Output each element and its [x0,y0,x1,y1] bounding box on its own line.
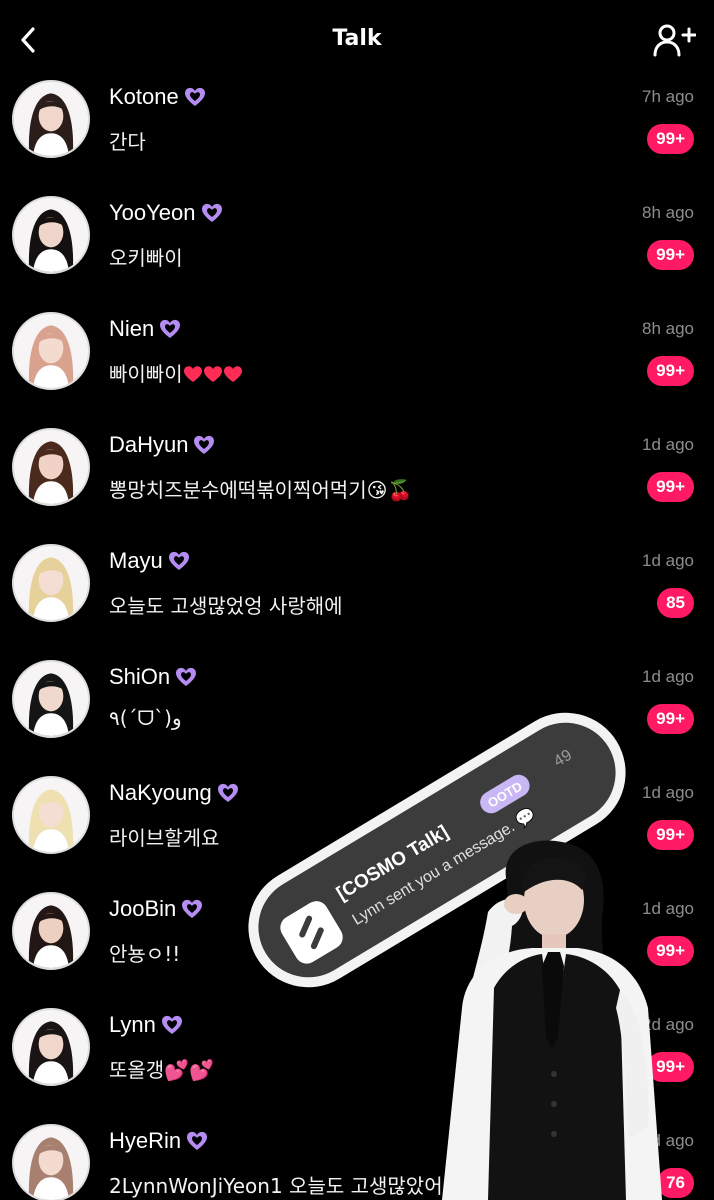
chat-last-message-text: 뽕망치즈분수에떡볶이찍어먹기😘🍒 [109,478,413,502]
verified-heart-icon [161,1015,182,1034]
chat-name-group: Lynn [109,1012,184,1038]
chat-last-message-text: 오늘도 고생많었엉 사랑해에 [109,594,343,618]
verified-heart-icon [182,899,203,918]
chat-name-group: YooYeon [109,200,224,226]
red-heart-icon [203,366,222,382]
chat-last-message: 안뇽ㅇ!! [109,938,180,967]
verified-heart-icon [160,319,181,338]
avatar[interactable] [12,892,90,970]
red-heart-icon [183,366,202,382]
verified-heart-icon [201,203,222,222]
chat-name: Lynn [109,1012,156,1037]
avatar[interactable] [12,776,90,854]
chat-time: 7h ago [642,87,694,106]
chat-name: Kotone [109,84,179,109]
chat-name-group: Kotone [109,84,207,110]
chat-row[interactable]: Mayu 1d ago 오늘도 고생많었엉 사랑해에 85 [0,544,714,660]
avatar[interactable] [12,80,90,158]
page-title: Talk [332,26,382,51]
chat-last-message-text: 오키빠이 [109,246,183,270]
chat-last-message-text: 안뇽ㅇ!! [109,942,181,966]
unread-count-badge: 85 [657,588,694,618]
unread-count-badge: 99+ [647,472,694,502]
person-cutout-image [402,838,714,1200]
header-bar: Talk [0,0,714,80]
chat-time: 8h ago [642,319,694,338]
unread-count-badge: 99+ [647,704,694,734]
unread-count-badge: 99+ [647,240,694,270]
verified-heart-icon [184,87,205,106]
avatar[interactable] [12,544,90,622]
chat-name: JooBin [109,896,177,921]
avatar[interactable] [12,660,90,738]
chat-time: 1d ago [642,551,694,570]
notification-time: 49 [550,746,576,771]
chat-time: 1d ago [642,667,694,686]
chat-name-group: JooBin [109,896,204,922]
chat-name: ShiOn [109,664,171,689]
chat-last-message: ٩(ˊᗜˋ)و [109,706,182,730]
avatar[interactable] [12,312,90,390]
verified-heart-icon [187,1131,208,1150]
unread-count-badge: 99+ [647,356,694,386]
chat-row[interactable]: Nien 8h ago 빠이빠이 99+ [0,312,714,428]
chat-name-group: Nien [109,316,182,342]
chat-name: DaHyun [109,432,189,457]
chat-last-message-text: 라이브할게요 [109,826,220,850]
chat-name: Mayu [109,548,163,573]
chat-row[interactable]: YooYeon 8h ago 오키빠이 99+ [0,196,714,312]
red-heart-icon [223,366,242,382]
chat-time: 8h ago [642,203,694,222]
chat-name: NaKyoung [109,780,212,805]
verified-heart-icon [217,783,238,802]
avatar[interactable] [12,428,90,506]
chat-name: Nien [109,316,155,341]
app-logo-icon [275,896,348,969]
add-user-icon [653,24,697,57]
chat-last-message-text: 빠이빠이 [109,362,183,386]
avatar[interactable] [12,1008,90,1086]
chat-row[interactable]: Kotone 7h ago 간다 99+ [0,80,714,196]
avatar[interactable] [12,196,90,274]
add-friend-button[interactable] [652,22,697,58]
chat-name-group: Mayu [109,548,191,574]
chat-row[interactable]: DaHyun 1d ago 뽕망치즈분수에떡볶이찍어먹기😘🍒 99+ [0,428,714,544]
chat-name-group: DaHyun [109,432,216,458]
chat-time: 1d ago [642,435,694,454]
chat-last-message-text: 간다 [109,130,146,154]
chat-last-message: 오키빠이 [109,242,183,271]
verified-heart-icon [176,667,197,686]
chat-last-message-text: ٩(ˊᗜˋ)و [109,706,182,730]
chat-last-message: 간다 [109,126,146,155]
chat-last-message: 오늘도 고생많었엉 사랑해에 [109,590,343,619]
verified-heart-icon [194,435,215,454]
chat-last-message: 라이브할게요 [109,822,219,851]
chat-name-group: HyeRin [109,1128,209,1154]
chat-name-group: NaKyoung [109,780,240,806]
chat-last-message-text: 또올갱💕💕 [109,1058,215,1082]
chat-last-message: 뽕망치즈분수에떡볶이찍어먹기😘🍒 [109,474,412,503]
chat-name-group: ShiOn [109,664,198,690]
unread-count-badge: 99+ [647,124,694,154]
verified-heart-icon [168,551,189,570]
avatar[interactable] [12,1124,90,1200]
chat-name: HyeRin [109,1128,182,1153]
chat-last-message: 또올갱💕💕 [109,1054,214,1083]
chat-name: YooYeon [109,200,196,225]
chat-time: 1d ago [642,783,694,802]
chat-last-message: 빠이빠이 [109,358,243,387]
